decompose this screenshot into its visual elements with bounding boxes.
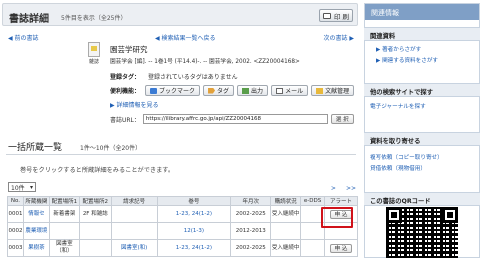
prev-record-link[interactable]: ◀ 前の書誌 <box>8 33 39 42</box>
holding-org-link[interactable]: 果樹茶 <box>28 245 45 251</box>
more-details-link[interactable]: ▶ 詳細情報を見る <box>110 100 159 109</box>
volume-link[interactable]: 1-23, 24(1-2) <box>176 245 212 251</box>
column-header: No. <box>7 196 24 206</box>
request-title: 資料を取り寄せる <box>364 132 480 146</box>
ejournal-link[interactable]: 電子ジャーナルを探す <box>370 102 426 110</box>
call-number-link[interactable]: 図書室(和) <box>121 245 147 251</box>
journal-icon: 雑誌 <box>85 42 103 65</box>
table-row: 0001 情報セ 新着書架 2F 和雑誌 1-23, 24(1-2) 2002-… <box>7 205 358 223</box>
column-header: 購読状況 <box>270 196 302 206</box>
column-header: e-DDS <box>300 196 325 206</box>
main-panel: 書誌詳細 5件目を表示（全25件） 印 刷 ◀ 前の書誌 ◀ 検索結果一覧へ戻る… <box>0 0 360 258</box>
author-search-link[interactable]: ▶ 著者からさがす <box>376 45 421 53</box>
column-header: アラート <box>324 196 358 206</box>
page-title: 書誌詳細 <box>9 14 49 25</box>
tag-button[interactable]: タグ <box>203 85 235 96</box>
related-info-panel: 関連情報 関連資料 ▶ 著者からさがす ▶ 関連する資料をさがす 他の検索サイト… <box>364 0 480 258</box>
volume-link[interactable]: 1-23, 24(1-2) <box>176 211 212 217</box>
print-button[interactable]: 印 刷 <box>319 9 353 22</box>
record-title: 園芸学研究 <box>110 45 148 54</box>
qr-title: この書誌のQRコード <box>364 192 480 206</box>
holdings-note: 巻号をクリックすると所蔵詳細をみることができます。 <box>20 167 175 174</box>
next-page-link[interactable]: > <box>331 185 336 192</box>
column-header: 請求記号 <box>110 196 158 206</box>
folder-icon <box>316 87 324 94</box>
last-page-link[interactable]: >> <box>346 185 356 192</box>
table-row: 0003 果樹茶 図書室（和） 図書室(和) 1-23, 24(1-2) 200… <box>7 239 358 257</box>
back-to-results-link[interactable]: ◀ 検索結果一覧へ戻る <box>155 33 216 42</box>
holdings-title: 一括所蔵一覧 <box>8 143 63 153</box>
record-url-field[interactable]: https://ilibrary.affrc.go.jp/api/ZZ20004… <box>142 114 328 124</box>
holding-org-link[interactable]: 情報セ <box>28 211 45 217</box>
side-header: 関連情報 <box>365 4 479 20</box>
alert-apply-button[interactable]: 申 込 <box>329 243 353 253</box>
mail-button[interactable]: メール <box>271 85 309 96</box>
divider <box>6 154 356 155</box>
holding-org-link[interactable]: 農業環境 <box>25 228 47 234</box>
export-icon <box>242 87 250 94</box>
column-header: 所蔵機関 <box>22 196 50 206</box>
next-record-link[interactable]: 次の書誌 ▶ <box>323 33 354 42</box>
volume-link[interactable]: 12(1-3) <box>184 228 204 234</box>
bookmark-icon <box>150 87 158 94</box>
qr-code-icon <box>386 207 458 258</box>
related-materials-link[interactable]: ▶ 関連する資料をさがす <box>376 56 438 64</box>
tag-icon <box>208 87 216 94</box>
url-label: 書誌URL： <box>110 116 140 124</box>
tags-label: 登録タグ： <box>110 74 141 81</box>
record-detail: 園芸学会 [編]. -- 1巻1号 (平14.4)-. -- 園芸学会, 200… <box>110 59 300 65</box>
export-button[interactable]: 出力 <box>237 85 269 96</box>
pagination: > >> <box>331 185 356 192</box>
print-label: 印 刷 <box>333 12 350 21</box>
table-header-row: No. 所蔵機関 配置場所1 配置場所2 請求記号 巻号 年月次 購読状況 e-… <box>7 196 358 206</box>
related-materials-title: 関連資料 <box>364 27 480 41</box>
column-header: 配置場所2 <box>78 196 112 206</box>
record-url-row: 書誌URL： https://ilibrary.affrc.go.jp/api/… <box>110 114 354 124</box>
copy-request-link[interactable]: 複写依頼（コピー取り寄せ） <box>370 153 443 161</box>
detail-header: 書誌詳細 5件目を表示（全25件） 印 刷 <box>2 3 358 26</box>
per-page-select[interactable]: 10件 ▾ <box>8 182 36 192</box>
column-header: 年月次 <box>230 196 272 206</box>
loan-request-link[interactable]: 貸借依頼（現物借用） <box>370 164 426 172</box>
material-type-label: 雑誌 <box>88 59 99 65</box>
tools-label: 便利機能： <box>110 88 141 95</box>
other-sites-title: 他の検索サイトで探す <box>364 83 480 97</box>
printer-icon <box>322 12 331 19</box>
select-url-button[interactable]: 選 択 <box>330 114 354 124</box>
record-position: 5件目を表示（全25件） <box>61 15 127 22</box>
tags-value: 登録されているタグはありません <box>147 74 238 81</box>
bookmark-button[interactable]: ブックマーク <box>145 85 201 96</box>
reference-manager-button[interactable]: 文献管理 <box>311 85 355 96</box>
holdings-range: 1件〜10件（全20件） <box>80 145 142 152</box>
chevron-down-icon: ▾ <box>29 183 33 191</box>
table-row: 0002 農業環境 12(1-3) 2012-2013 <box>7 222 358 240</box>
utility-toolbar: 便利機能： ブックマーク タグ 出力 メール 文献管理 <box>110 85 355 96</box>
highlight-box <box>321 207 353 228</box>
registered-tags: 登録タグ： 登録されているタグはありません <box>110 72 238 81</box>
mail-icon <box>276 87 284 94</box>
column-header: 配置場所1 <box>48 196 80 206</box>
column-header: 巻号 <box>156 196 232 206</box>
holdings-table: No. 所蔵機関 配置場所1 配置場所2 請求記号 巻号 年月次 購読状況 e-… <box>7 196 358 257</box>
